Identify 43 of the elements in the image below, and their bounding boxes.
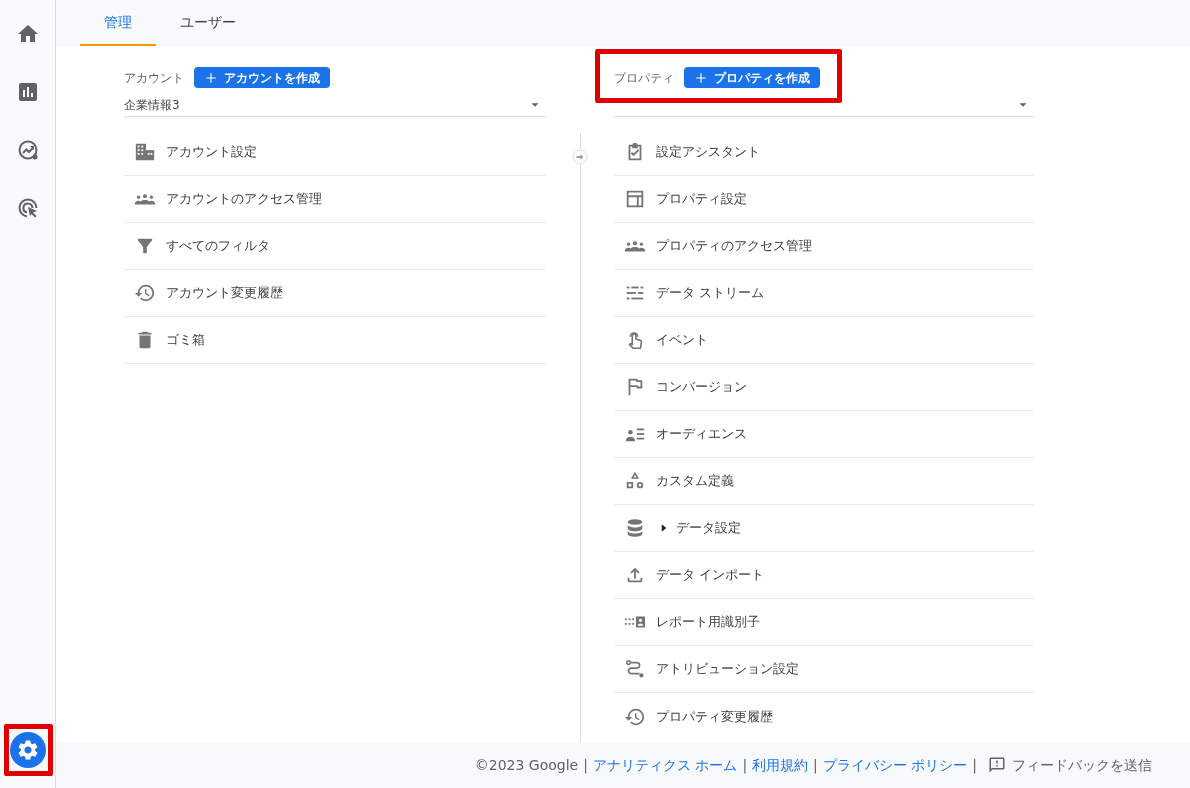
feedback-button[interactable]: フィードバックを送信 (988, 754, 1152, 776)
separator-text: | (583, 755, 588, 776)
menu-item[interactable]: イベント (614, 317, 1034, 364)
menu-item[interactable]: オーディエンス (614, 411, 1034, 458)
menu-item[interactable]: アカウントのアクセス管理 (124, 176, 546, 223)
tab[interactable]: ユーザー (156, 0, 260, 46)
create-button[interactable]: プロパティを作成 (684, 67, 820, 88)
menu-item[interactable]: カスタム定義 (614, 458, 1034, 505)
separator-text: | (742, 755, 748, 776)
settings-icon (16, 738, 40, 762)
separator-text: | (813, 755, 818, 776)
history-icon (134, 282, 156, 304)
section-label: アカウント (124, 69, 184, 87)
menu-item[interactable]: ゴミ箱 (124, 317, 546, 364)
menu-item[interactable]: アカウント変更履歴 (124, 270, 546, 317)
building-icon (134, 141, 156, 163)
highlight-frame (4, 724, 53, 776)
separator-text: | (972, 755, 977, 776)
footer-link[interactable]: プライバシー ポリシー (822, 754, 968, 776)
plus-icon (204, 70, 218, 85)
menu-item[interactable]: レポート用識別子 (614, 599, 1034, 646)
menu-item[interactable]: プロパティ変更履歴 (614, 693, 1034, 740)
create-button[interactable]: アカウントを作成 (194, 67, 330, 88)
footer-link[interactable]: アナリティクス ホーム (592, 754, 738, 776)
menu-item[interactable]: 設定アシスタント (614, 129, 1034, 176)
section-label: プロパティ (614, 69, 674, 87)
menu-item[interactable]: データ設定 (614, 505, 1034, 552)
menu-item[interactable]: データ インポート (614, 552, 1034, 599)
copyright-text: ©2023 Google (474, 755, 579, 775)
menu-item[interactable]: プロパティ設定 (614, 176, 1034, 223)
menu-item[interactable]: データ ストリーム (614, 270, 1034, 317)
menu-item[interactable]: アトリビューション設定 (614, 646, 1034, 693)
layout-icon (624, 188, 646, 210)
menu-item[interactable]: すべてのフィルタ (124, 223, 546, 270)
feedback-icon (988, 756, 1006, 774)
account-selector[interactable]: 企業情報3 (124, 94, 546, 117)
menu-item[interactable]: プロパティのアクセス管理 (614, 223, 1034, 270)
sidebar-nav-button[interactable] (10, 732, 46, 768)
plus-icon (694, 70, 708, 85)
path-icon (624, 658, 646, 680)
menu-item[interactable]: アカウント設定 (124, 129, 546, 176)
menu-item[interactable]: コンバージョン (614, 364, 1034, 411)
footer-link[interactable]: 利用規約 (752, 754, 809, 776)
